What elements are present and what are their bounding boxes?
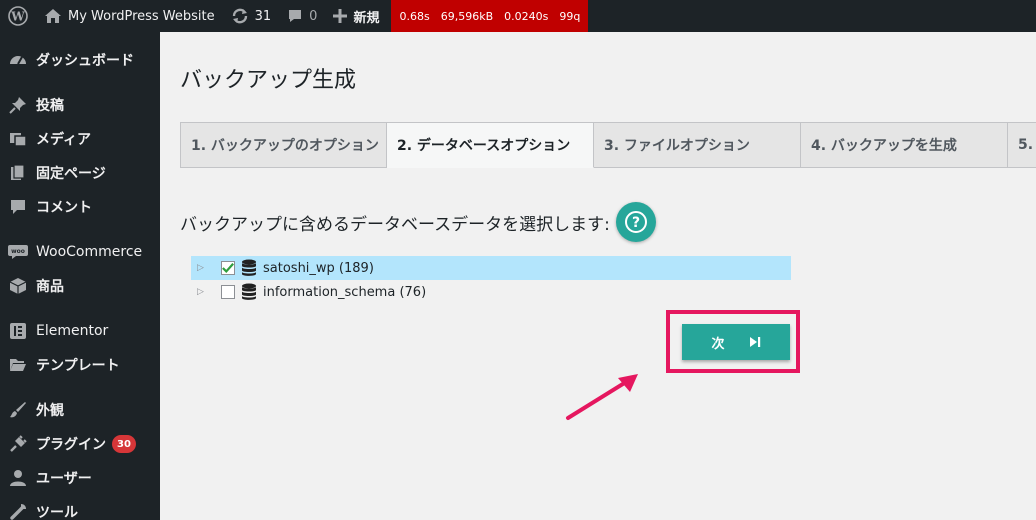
tab-database-options[interactable]: 2. データベースオプション xyxy=(387,122,594,168)
sidebar-item-dashboard[interactable]: ダッシュボード xyxy=(0,43,160,77)
brush-icon xyxy=(8,400,28,420)
database-select-prompt: バックアップに含めるデータベースデータを選択します: ? xyxy=(180,202,656,242)
perf-memory: 69,596kB xyxy=(440,9,494,23)
sidebar-item-label: 固定ページ xyxy=(36,166,106,182)
pin-icon xyxy=(8,95,28,115)
sidebar-item-label: メディア xyxy=(36,132,92,148)
page-title: バックアップ生成 xyxy=(180,68,357,93)
sidebar-item-plugins[interactable]: プラグイン 30 xyxy=(0,427,160,461)
box-icon xyxy=(8,276,28,296)
pages-icon xyxy=(8,163,28,183)
sidebar-item-label: ユーザー xyxy=(36,471,92,487)
wordpress-logo-icon: W xyxy=(8,6,28,26)
question-mark-icon: ? xyxy=(624,211,647,233)
wizard-tabs: 1. バックアップのオプション 2. データベースオプション 3. ファイルオプ… xyxy=(180,122,1036,168)
tab-backup-options[interactable]: 1. バックアップのオプション xyxy=(180,122,387,168)
sidebar-item-templates[interactable]: テンプレート xyxy=(0,348,160,382)
database-icon xyxy=(241,259,257,277)
sidebar-item-woocommerce[interactable]: woo WooCommerce xyxy=(0,235,160,269)
sidebar-item-comments[interactable]: コメント xyxy=(0,190,160,224)
tree-row[interactable]: ▷ satoshi_wp (189) xyxy=(191,256,791,280)
tree-row[interactable]: ▷ information_schema (76) xyxy=(191,280,791,304)
updates-link[interactable]: 31 xyxy=(223,0,280,32)
tab-file-options[interactable]: 3. ファイルオプション xyxy=(594,122,801,168)
elementor-icon xyxy=(8,321,28,341)
site-name: My WordPress Website xyxy=(68,8,215,24)
svg-text:?: ? xyxy=(632,215,640,231)
plugin-icon xyxy=(8,434,28,454)
checkmark-icon xyxy=(222,262,234,274)
sidebar-item-label: 商品 xyxy=(36,279,64,295)
help-button[interactable]: ? xyxy=(615,202,656,242)
prompt-text: バックアップに含めるデータベースデータを選択します: xyxy=(180,214,610,235)
sidebar-item-pages[interactable]: 固定ページ xyxy=(0,156,160,190)
sidebar-item-elementor[interactable]: Elementor xyxy=(0,314,160,348)
sidebar-item-media[interactable]: メディア xyxy=(0,122,160,156)
next-button[interactable]: 次 xyxy=(682,324,790,360)
comments-link[interactable]: 0 xyxy=(279,0,325,32)
database-checkbox[interactable] xyxy=(221,261,235,275)
sidebar-item-label: Elementor xyxy=(36,323,109,339)
updates-count: 31 xyxy=(254,8,272,24)
admin-sidebar: ダッシュボード 投稿 メディア 固定ページ コメント woo WooCommer… xyxy=(0,32,160,520)
database-checkbox[interactable] xyxy=(221,285,235,299)
comment-icon xyxy=(8,197,28,217)
updates-icon xyxy=(232,8,247,24)
expand-arrow-icon[interactable]: ▷ xyxy=(197,263,211,273)
sidebar-item-appearance[interactable]: 外観 xyxy=(0,393,160,427)
sidebar-item-tools[interactable]: ツール xyxy=(0,495,160,520)
next-button-label: 次 xyxy=(711,335,725,351)
sidebar-item-label: テンプレート xyxy=(36,358,120,374)
expand-arrow-icon[interactable]: ▷ xyxy=(197,287,211,297)
wrench-icon xyxy=(8,502,28,520)
user-icon xyxy=(8,468,28,488)
skip-next-icon xyxy=(749,337,760,347)
sidebar-item-label: 外観 xyxy=(36,403,64,419)
database-icon xyxy=(241,283,257,301)
sidebar-item-label: WooCommerce xyxy=(36,244,143,260)
annotation-arrow-icon xyxy=(566,374,638,420)
svg-text:woo: woo xyxy=(11,248,25,255)
sidebar-item-products[interactable]: 商品 xyxy=(0,269,160,303)
wordpress-logo-button[interactable]: W xyxy=(0,0,36,32)
sidebar-item-label: プラグイン xyxy=(36,437,106,453)
comment-icon xyxy=(289,10,302,22)
database-name[interactable]: satoshi_wp (189) xyxy=(263,261,374,276)
home-icon xyxy=(45,9,61,23)
database-name[interactable]: information_schema (76) xyxy=(263,285,426,300)
tab-generate-backup[interactable]: 4. バックアップを生成 xyxy=(801,122,1008,168)
tab-step-5[interactable]: 5. xyxy=(1008,122,1036,168)
perf-query-time: 0.0240s xyxy=(504,9,549,23)
perf-queries: 99q xyxy=(559,9,581,23)
new-label: 新規 xyxy=(353,10,380,26)
comments-count: 0 xyxy=(309,8,318,24)
site-name-link[interactable]: My WordPress Website xyxy=(36,0,223,32)
sidebar-item-users[interactable]: ユーザー xyxy=(0,461,160,495)
dashboard-icon xyxy=(8,50,28,70)
main-content: バックアップ生成 1. バックアップのオプション 2. データベースオプション … xyxy=(160,32,1036,520)
sidebar-item-label: 投稿 xyxy=(36,98,64,114)
folder-icon xyxy=(8,355,28,375)
new-content-link[interactable]: 新規 xyxy=(325,0,387,32)
database-tree: ▷ satoshi_wp (189) ▷ information_schema … xyxy=(191,256,791,304)
sidebar-item-label: ダッシュボード xyxy=(36,53,134,69)
svg-text:W: W xyxy=(10,10,25,24)
sidebar-item-label: ツール xyxy=(36,505,78,520)
admin-bar: W My WordPress Website 31 0 新規 0.68s 69,… xyxy=(0,0,1036,32)
sidebar-item-posts[interactable]: 投稿 xyxy=(0,88,160,122)
plus-icon xyxy=(333,9,348,23)
plugins-update-badge: 30 xyxy=(112,435,136,453)
sidebar-item-label: コメント xyxy=(36,200,92,216)
woo-icon: woo xyxy=(8,242,28,262)
query-monitor-stats[interactable]: 0.68s 69,596kB 0.0240s 99q xyxy=(391,0,589,32)
media-icon xyxy=(8,129,28,149)
perf-time: 0.68s xyxy=(399,9,430,23)
